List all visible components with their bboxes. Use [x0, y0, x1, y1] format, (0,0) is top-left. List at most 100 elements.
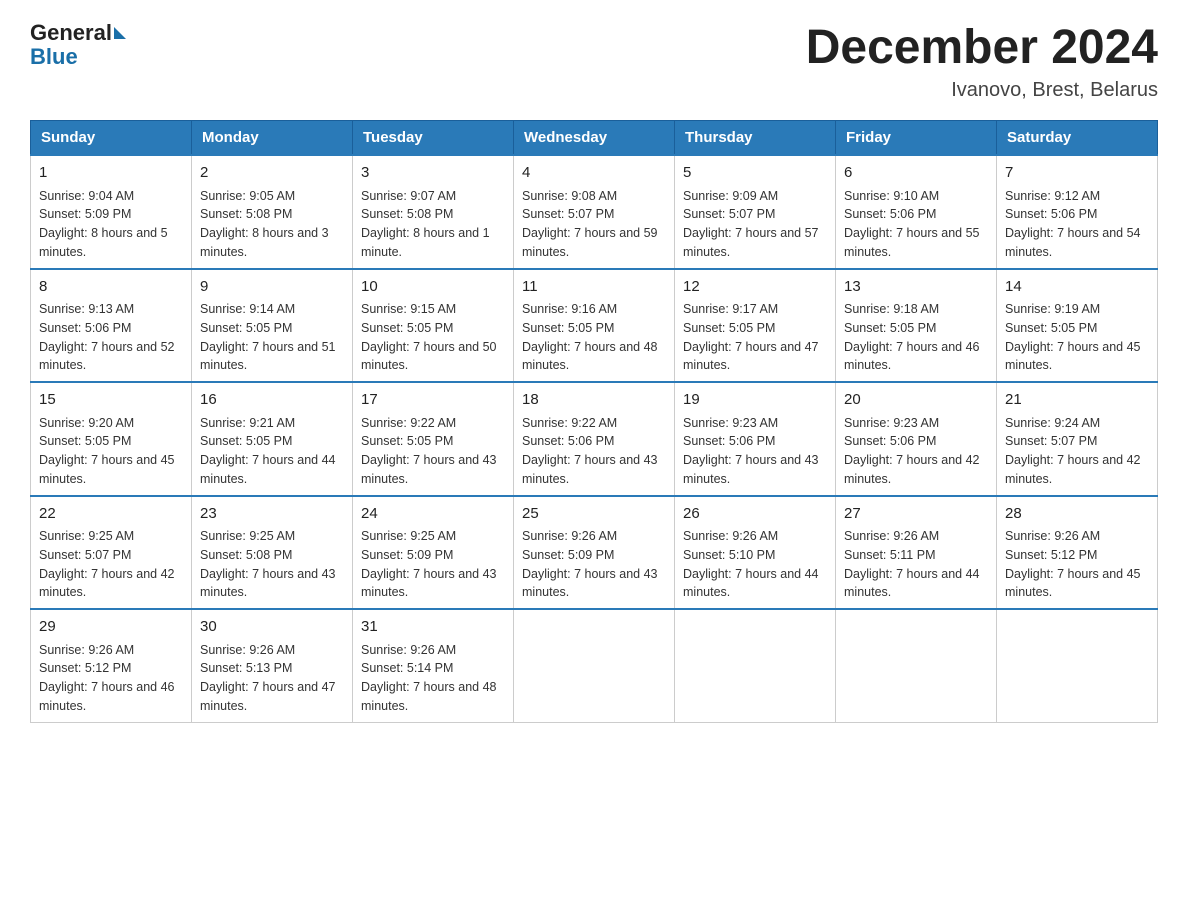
day-info: Sunrise: 9:22 AMSunset: 5:05 PMDaylight:…: [361, 414, 505, 489]
day-cell-29: 29Sunrise: 9:26 AMSunset: 5:12 PMDayligh…: [31, 609, 192, 722]
day-cell-23: 23Sunrise: 9:25 AMSunset: 5:08 PMDayligh…: [192, 496, 353, 610]
day-info: Sunrise: 9:25 AMSunset: 5:09 PMDaylight:…: [361, 527, 505, 602]
location-text: Ivanovo, Brest, Belarus: [806, 79, 1158, 102]
day-number: 27: [844, 503, 988, 526]
day-number: 26: [683, 503, 827, 526]
day-info: Sunrise: 9:25 AMSunset: 5:08 PMDaylight:…: [200, 527, 344, 602]
day-cell-22: 22Sunrise: 9:25 AMSunset: 5:07 PMDayligh…: [31, 496, 192, 610]
day-number: 31: [361, 616, 505, 639]
day-number: 14: [1005, 276, 1149, 299]
day-cell-13: 13Sunrise: 9:18 AMSunset: 5:05 PMDayligh…: [836, 269, 997, 383]
day-info: Sunrise: 9:20 AMSunset: 5:05 PMDaylight:…: [39, 414, 183, 489]
day-cell-24: 24Sunrise: 9:25 AMSunset: 5:09 PMDayligh…: [353, 496, 514, 610]
day-cell-8: 8Sunrise: 9:13 AMSunset: 5:06 PMDaylight…: [31, 269, 192, 383]
day-number: 5: [683, 162, 827, 185]
day-info: Sunrise: 9:22 AMSunset: 5:06 PMDaylight:…: [522, 414, 666, 489]
day-cell-26: 26Sunrise: 9:26 AMSunset: 5:10 PMDayligh…: [675, 496, 836, 610]
day-number: 19: [683, 389, 827, 412]
col-header-sunday: Sunday: [31, 121, 192, 156]
day-number: 6: [844, 162, 988, 185]
day-number: 15: [39, 389, 183, 412]
day-cell-15: 15Sunrise: 9:20 AMSunset: 5:05 PMDayligh…: [31, 382, 192, 496]
logo-blue-text: Blue: [30, 44, 78, 70]
day-number: 23: [200, 503, 344, 526]
day-number: 1: [39, 162, 183, 185]
day-info: Sunrise: 9:07 AMSunset: 5:08 PMDaylight:…: [361, 187, 505, 262]
day-cell-10: 10Sunrise: 9:15 AMSunset: 5:05 PMDayligh…: [353, 269, 514, 383]
empty-cell: [675, 609, 836, 722]
day-info: Sunrise: 9:21 AMSunset: 5:05 PMDaylight:…: [200, 414, 344, 489]
day-number: 10: [361, 276, 505, 299]
day-cell-16: 16Sunrise: 9:21 AMSunset: 5:05 PMDayligh…: [192, 382, 353, 496]
day-cell-31: 31Sunrise: 9:26 AMSunset: 5:14 PMDayligh…: [353, 609, 514, 722]
day-number: 21: [1005, 389, 1149, 412]
day-info: Sunrise: 9:16 AMSunset: 5:05 PMDaylight:…: [522, 300, 666, 375]
day-cell-14: 14Sunrise: 9:19 AMSunset: 5:05 PMDayligh…: [997, 269, 1158, 383]
day-number: 25: [522, 503, 666, 526]
day-number: 2: [200, 162, 344, 185]
day-cell-12: 12Sunrise: 9:17 AMSunset: 5:05 PMDayligh…: [675, 269, 836, 383]
day-info: Sunrise: 9:04 AMSunset: 5:09 PMDaylight:…: [39, 187, 183, 262]
day-info: Sunrise: 9:26 AMSunset: 5:12 PMDaylight:…: [39, 641, 183, 716]
col-header-thursday: Thursday: [675, 121, 836, 156]
day-info: Sunrise: 9:23 AMSunset: 5:06 PMDaylight:…: [683, 414, 827, 489]
day-number: 8: [39, 276, 183, 299]
day-info: Sunrise: 9:14 AMSunset: 5:05 PMDaylight:…: [200, 300, 344, 375]
week-row-4: 22Sunrise: 9:25 AMSunset: 5:07 PMDayligh…: [31, 496, 1158, 610]
day-number: 30: [200, 616, 344, 639]
col-header-saturday: Saturday: [997, 121, 1158, 156]
day-cell-9: 9Sunrise: 9:14 AMSunset: 5:05 PMDaylight…: [192, 269, 353, 383]
logo-general-text: General: [30, 20, 112, 46]
day-cell-30: 30Sunrise: 9:26 AMSunset: 5:13 PMDayligh…: [192, 609, 353, 722]
day-info: Sunrise: 9:23 AMSunset: 5:06 PMDaylight:…: [844, 414, 988, 489]
calendar-header-row: SundayMondayTuesdayWednesdayThursdayFrid…: [31, 121, 1158, 156]
logo: General Blue: [30, 20, 126, 70]
day-cell-5: 5Sunrise: 9:09 AMSunset: 5:07 PMDaylight…: [675, 155, 836, 269]
day-info: Sunrise: 9:10 AMSunset: 5:06 PMDaylight:…: [844, 187, 988, 262]
day-info: Sunrise: 9:05 AMSunset: 5:08 PMDaylight:…: [200, 187, 344, 262]
day-number: 24: [361, 503, 505, 526]
day-number: 3: [361, 162, 505, 185]
week-row-1: 1Sunrise: 9:04 AMSunset: 5:09 PMDaylight…: [31, 155, 1158, 269]
day-number: 29: [39, 616, 183, 639]
day-cell-17: 17Sunrise: 9:22 AMSunset: 5:05 PMDayligh…: [353, 382, 514, 496]
day-cell-28: 28Sunrise: 9:26 AMSunset: 5:12 PMDayligh…: [997, 496, 1158, 610]
day-number: 16: [200, 389, 344, 412]
empty-cell: [514, 609, 675, 722]
day-cell-27: 27Sunrise: 9:26 AMSunset: 5:11 PMDayligh…: [836, 496, 997, 610]
day-info: Sunrise: 9:26 AMSunset: 5:11 PMDaylight:…: [844, 527, 988, 602]
day-info: Sunrise: 9:17 AMSunset: 5:05 PMDaylight:…: [683, 300, 827, 375]
day-info: Sunrise: 9:24 AMSunset: 5:07 PMDaylight:…: [1005, 414, 1149, 489]
day-number: 13: [844, 276, 988, 299]
day-cell-21: 21Sunrise: 9:24 AMSunset: 5:07 PMDayligh…: [997, 382, 1158, 496]
day-info: Sunrise: 9:26 AMSunset: 5:10 PMDaylight:…: [683, 527, 827, 602]
day-number: 4: [522, 162, 666, 185]
day-info: Sunrise: 9:12 AMSunset: 5:06 PMDaylight:…: [1005, 187, 1149, 262]
day-cell-18: 18Sunrise: 9:22 AMSunset: 5:06 PMDayligh…: [514, 382, 675, 496]
day-cell-19: 19Sunrise: 9:23 AMSunset: 5:06 PMDayligh…: [675, 382, 836, 496]
empty-cell: [997, 609, 1158, 722]
day-cell-4: 4Sunrise: 9:08 AMSunset: 5:07 PMDaylight…: [514, 155, 675, 269]
col-header-tuesday: Tuesday: [353, 121, 514, 156]
day-info: Sunrise: 9:26 AMSunset: 5:14 PMDaylight:…: [361, 641, 505, 716]
week-row-5: 29Sunrise: 9:26 AMSunset: 5:12 PMDayligh…: [31, 609, 1158, 722]
day-cell-20: 20Sunrise: 9:23 AMSunset: 5:06 PMDayligh…: [836, 382, 997, 496]
day-info: Sunrise: 9:15 AMSunset: 5:05 PMDaylight:…: [361, 300, 505, 375]
day-number: 22: [39, 503, 183, 526]
page-header: General Blue December 2024 Ivanovo, Bres…: [30, 20, 1158, 102]
day-info: Sunrise: 9:08 AMSunset: 5:07 PMDaylight:…: [522, 187, 666, 262]
calendar-table: SundayMondayTuesdayWednesdayThursdayFrid…: [30, 120, 1158, 723]
day-number: 18: [522, 389, 666, 412]
day-number: 20: [844, 389, 988, 412]
day-number: 11: [522, 276, 666, 299]
day-cell-3: 3Sunrise: 9:07 AMSunset: 5:08 PMDaylight…: [353, 155, 514, 269]
day-cell-6: 6Sunrise: 9:10 AMSunset: 5:06 PMDaylight…: [836, 155, 997, 269]
day-number: 9: [200, 276, 344, 299]
day-number: 7: [1005, 162, 1149, 185]
logo-arrow-icon: [114, 27, 126, 39]
day-info: Sunrise: 9:18 AMSunset: 5:05 PMDaylight:…: [844, 300, 988, 375]
day-number: 17: [361, 389, 505, 412]
day-info: Sunrise: 9:25 AMSunset: 5:07 PMDaylight:…: [39, 527, 183, 602]
col-header-friday: Friday: [836, 121, 997, 156]
week-row-3: 15Sunrise: 9:20 AMSunset: 5:05 PMDayligh…: [31, 382, 1158, 496]
